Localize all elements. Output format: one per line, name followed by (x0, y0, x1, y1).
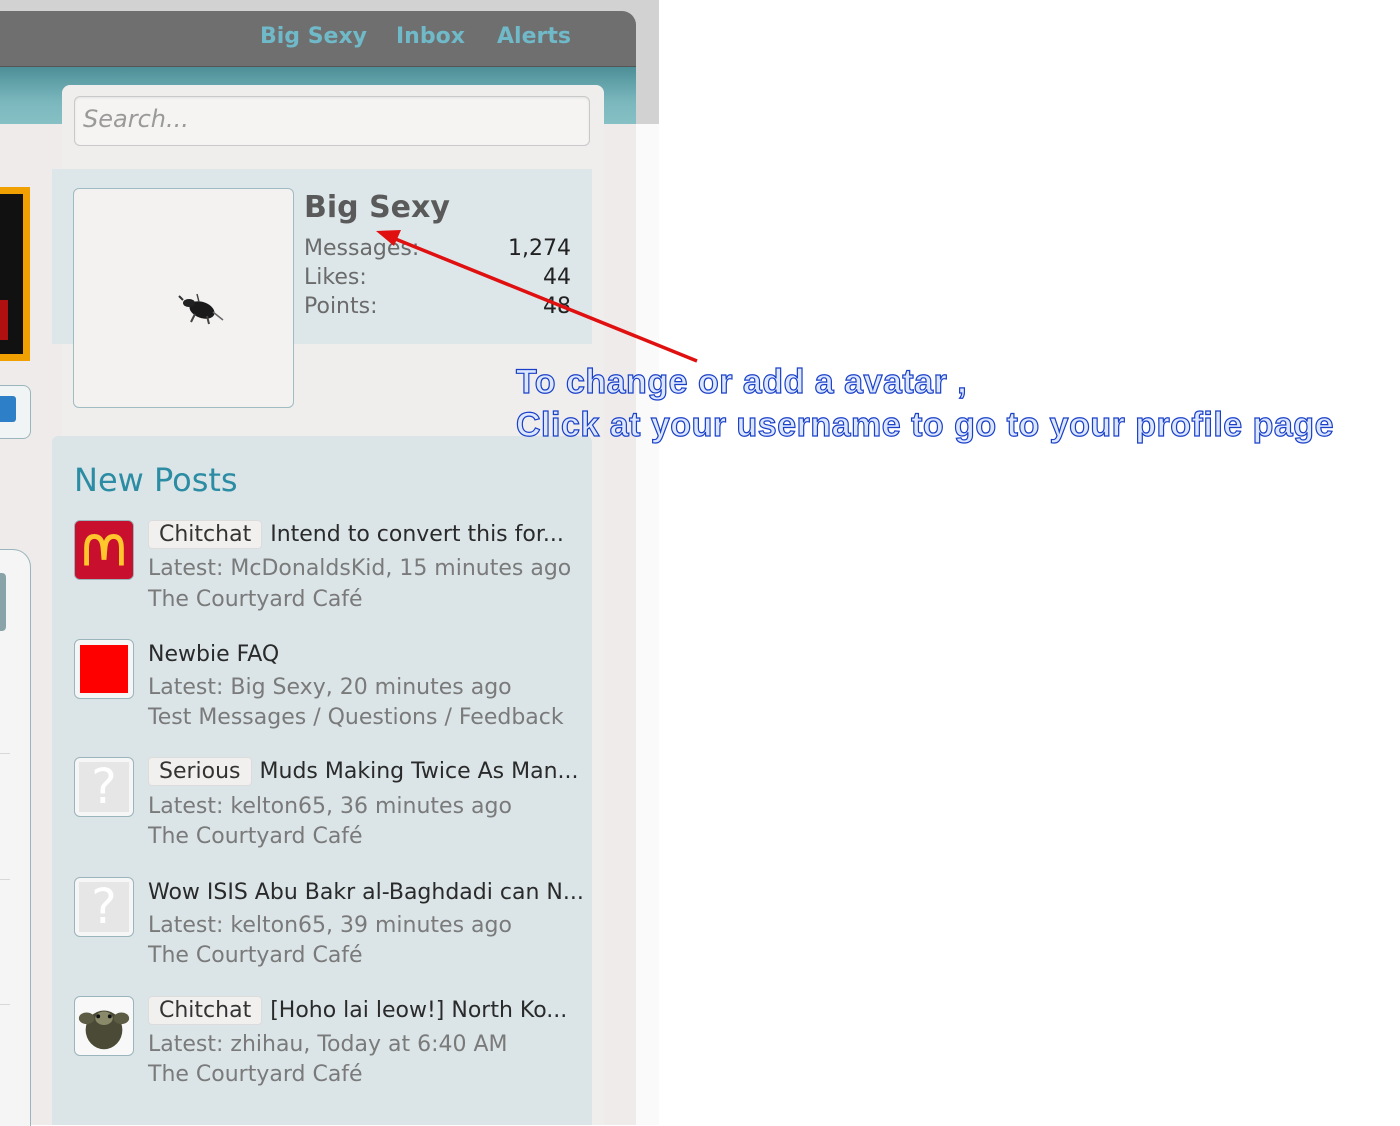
thread-title-link[interactable]: Intend to convert this for... (270, 522, 564, 547)
default-avatar-icon: ? (79, 882, 129, 932)
post-latest[interactable]: Latest: Big Sexy, 20 minutes ago (148, 675, 512, 700)
post-avatar[interactable] (74, 639, 134, 699)
visitor-username-link[interactable]: Big Sexy (304, 190, 450, 225)
post-latest[interactable]: Latest: zhihau, Today at 6:40 AM (148, 1032, 508, 1057)
post-latest[interactable]: Latest: McDonaldsKid, 15 minutes ago (148, 556, 571, 581)
post-title-line: Newbie FAQ (148, 642, 279, 667)
new-posts-title[interactable]: New Posts (74, 461, 238, 499)
creature-avatar-icon (78, 1010, 130, 1050)
content-edge (636, 124, 659, 1125)
red-square-icon (80, 645, 128, 693)
mcdonalds-logo-icon (75, 521, 133, 579)
post-avatar[interactable]: ? (74, 877, 134, 937)
annotation-text-line-1: To change or add a avatar , (515, 362, 968, 401)
points-label: Points: (304, 294, 378, 319)
blank-area (659, 124, 1400, 1125)
post-forum-link[interactable]: The Courtyard Café (148, 1062, 363, 1087)
thread-title-link[interactable]: Wow ISIS Abu Bakr al-Baghdadi can N... (148, 880, 584, 905)
nav-alerts-link[interactable]: Alerts (497, 24, 571, 49)
post-prefix[interactable]: Chitchat (148, 520, 263, 549)
bug-avatar-icon (178, 293, 224, 325)
messages-label[interactable]: Messages: (304, 236, 419, 261)
thread-title-link[interactable]: Newbie FAQ (148, 642, 279, 667)
post-prefix[interactable]: Serious (148, 757, 252, 786)
post-avatar[interactable]: ? (74, 757, 134, 817)
post-title-line: Chitchat [Hoho lai leow!] North Ko... (148, 996, 567, 1025)
external-link-icon (0, 396, 16, 422)
divider (0, 753, 10, 754)
post-forum-link[interactable]: The Courtyard Café (148, 587, 363, 612)
post-avatar[interactable] (74, 996, 134, 1056)
post-title-line: Wow ISIS Abu Bakr al-Baghdadi can N... (148, 880, 584, 905)
likes-label: Likes: (304, 265, 367, 290)
thread-title-link[interactable]: [Hoho lai leow!] North Ko... (270, 998, 567, 1023)
divider (0, 1004, 10, 1005)
likes-count: 44 (543, 265, 571, 290)
post-title-line: Chitchat Intend to convert this for... (148, 520, 564, 549)
nav-inbox-link[interactable]: Inbox (396, 24, 465, 49)
annotation-text-line-2: Click at your username to go to your pro… (515, 405, 1334, 444)
main-content-fragment (0, 549, 31, 1126)
points-count[interactable]: 48 (543, 294, 571, 319)
nav-username-link[interactable]: Big Sexy (260, 24, 367, 49)
post-latest[interactable]: Latest: kelton65, 36 minutes ago (148, 794, 512, 819)
messages-count[interactable]: 1,274 (508, 236, 571, 261)
default-avatar-icon: ? (79, 762, 129, 812)
search-input[interactable]: Search... (74, 96, 590, 146)
divider (0, 879, 10, 880)
post-forum-link[interactable]: The Courtyard Café (148, 943, 363, 968)
post-latest[interactable]: Latest: kelton65, 39 minutes ago (148, 913, 512, 938)
post-forum-link[interactable]: The Courtyard Café (148, 824, 363, 849)
post-title-line: Serious Muds Making Twice As Man... (148, 757, 579, 786)
thread-title-link[interactable]: Muds Making Twice As Man... (260, 759, 579, 784)
banner-fragment-accent (0, 300, 8, 340)
scroll-handle[interactable] (0, 573, 6, 631)
post-avatar[interactable] (74, 520, 134, 580)
user-navigation-bar: Big Sexy Inbox Alerts (0, 11, 636, 67)
post-prefix[interactable]: Chitchat (148, 996, 263, 1025)
post-forum-link[interactable]: Test Messages / Questions / Feedback (148, 705, 564, 730)
